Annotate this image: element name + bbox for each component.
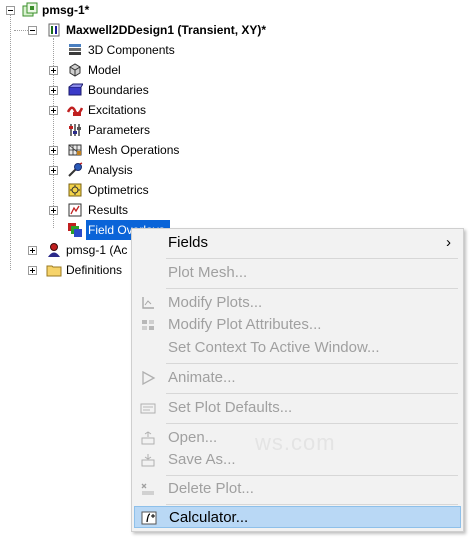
modify-attributes-icon xyxy=(142,320,154,330)
menu-separator xyxy=(166,288,458,289)
expand-toggle[interactable] xyxy=(28,266,37,275)
menu-separator xyxy=(166,504,458,505)
menu-item-label: Modify Plot Attributes... xyxy=(168,316,322,333)
menu-item-label: Animate... xyxy=(168,369,236,386)
modify-plots-icon xyxy=(142,297,154,309)
delete-plot-icon xyxy=(141,483,154,495)
tree-connector xyxy=(14,30,28,31)
open-icon xyxy=(141,431,155,445)
menu-item-fields[interactable]: Fields › xyxy=(134,232,461,254)
submenu-arrow-icon: › xyxy=(446,234,451,251)
analysis-icon xyxy=(68,162,83,177)
excitations-icon xyxy=(67,106,83,116)
expand-toggle[interactable] xyxy=(49,106,58,115)
optimetrics-user-icon xyxy=(48,243,60,257)
collapse-toggle[interactable] xyxy=(6,6,15,15)
menu-item-animate[interactable]: Animate... xyxy=(134,367,461,389)
tree-connector xyxy=(10,14,11,270)
tree-item-label: Mesh Operations xyxy=(88,143,180,157)
tree-item-label: Results xyxy=(88,203,129,217)
plot-defaults-icon xyxy=(140,403,156,414)
tree-item-label: Optimetrics xyxy=(88,183,149,197)
menu-item-label: Calculator... xyxy=(169,509,249,526)
tree-item-label: Boundaries xyxy=(88,83,149,97)
tree-item-label: Excitations xyxy=(88,103,147,117)
menu-item-calculator[interactable]: Calculator... xyxy=(134,506,461,528)
menu-item-label: Set Plot Defaults... xyxy=(168,399,293,416)
expand-toggle[interactable] xyxy=(49,166,58,175)
design-name: Maxwell2DDesign1 (Transient, XY)* xyxy=(66,23,267,37)
folder-icon xyxy=(46,265,62,277)
menu-item-label: Save As... xyxy=(168,451,236,468)
save-as-icon xyxy=(141,454,155,467)
menu-item-label: Plot Mesh... xyxy=(168,264,248,281)
field-overlays-icon xyxy=(68,223,82,237)
context-menu: Fields › Plot Mesh... Modify Plots... Mo… xyxy=(131,228,464,532)
tree-item-label: pmsg-1 (Ac xyxy=(66,243,128,257)
tree-item-label: Model xyxy=(88,63,121,77)
expand-toggle[interactable] xyxy=(49,146,58,155)
menu-separator xyxy=(166,423,458,424)
menu-separator xyxy=(166,393,458,394)
collapse-toggle[interactable] xyxy=(28,26,37,35)
expand-toggle[interactable] xyxy=(49,66,58,75)
tree-item-label: Parameters xyxy=(88,123,151,137)
menu-separator xyxy=(166,258,458,259)
mesh-icon xyxy=(68,144,82,156)
parameters-icon xyxy=(69,124,81,136)
optimetrics-icon xyxy=(68,183,82,197)
menu-item-label: Modify Plots... xyxy=(168,294,263,311)
menu-item-label: Set Context To Active Window... xyxy=(168,339,380,356)
menu-separator xyxy=(166,363,458,364)
project-icon xyxy=(22,2,38,17)
tree-item-label: Definitions xyxy=(66,263,123,277)
results-icon xyxy=(68,203,82,217)
expand-toggle[interactable] xyxy=(49,86,58,95)
menu-item-set-context[interactable]: Set Context To Active Window... xyxy=(134,337,461,359)
maxwell-design-icon xyxy=(48,23,60,37)
menu-separator xyxy=(166,475,458,476)
menu-item-modify-plots[interactable]: Modify Plots... xyxy=(134,292,461,314)
model-icon xyxy=(69,63,81,77)
expand-toggle[interactable] xyxy=(49,206,58,215)
menu-item-delete-plot[interactable]: Delete Plot... xyxy=(134,478,461,500)
menu-item-label: Open... xyxy=(168,429,218,446)
components-icon xyxy=(69,44,81,55)
menu-item-label: Fields xyxy=(168,234,209,251)
project-name: pmsg-1* xyxy=(42,3,90,17)
menu-item-plot-mesh[interactable]: Plot Mesh... xyxy=(134,262,461,284)
expand-toggle[interactable] xyxy=(28,246,37,255)
menu-item-modify-plot-attributes[interactable]: Modify Plot Attributes... xyxy=(134,314,461,336)
tree-item-label: 3D Components xyxy=(88,43,175,57)
animate-icon xyxy=(142,371,156,385)
menu-item-set-plot-defaults[interactable]: Set Plot Defaults... xyxy=(134,397,461,419)
tree-item-label: Analysis xyxy=(88,163,133,177)
boundaries-icon xyxy=(68,83,83,96)
watermark: ws.com xyxy=(255,430,336,455)
menu-item-label: Delete Plot... xyxy=(168,480,254,497)
calculator-icon xyxy=(141,511,157,525)
